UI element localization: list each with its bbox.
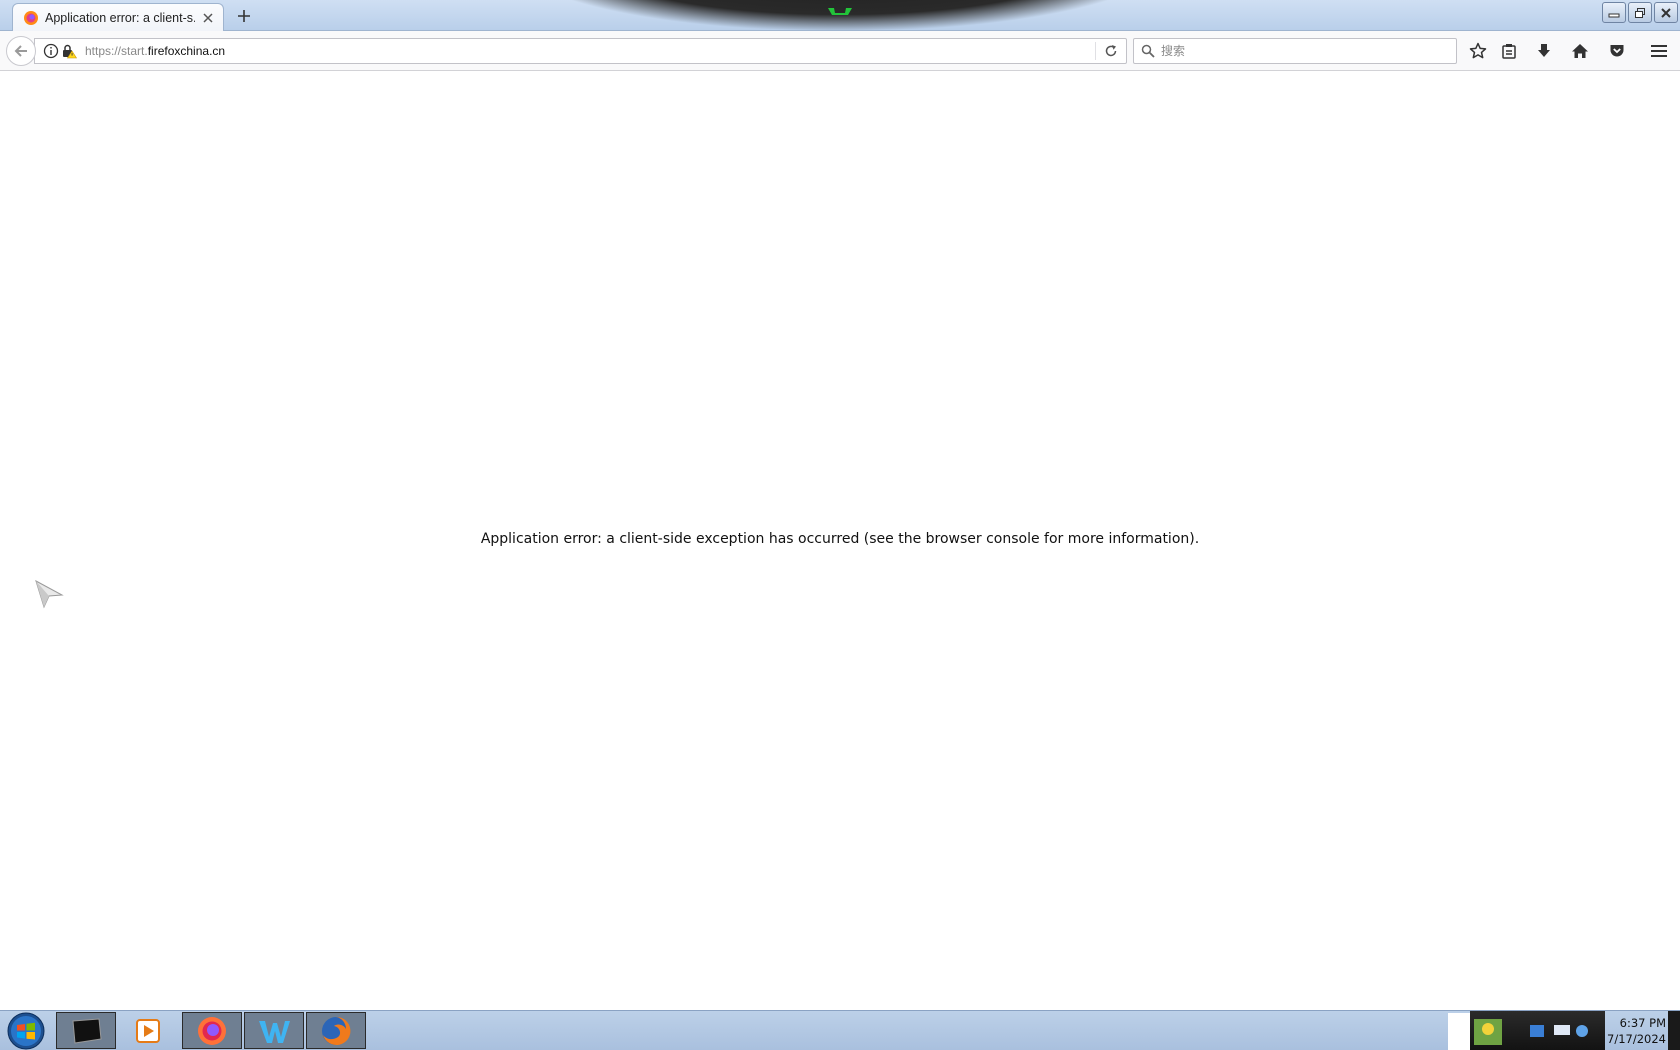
taskbar: 6:37 PM 7/17/2024 — [0, 1010, 1680, 1050]
pocket-icon — [1610, 45, 1624, 57]
new-tab-button[interactable] — [234, 6, 254, 26]
home-button[interactable] — [1567, 39, 1593, 63]
tray-icons-icon[interactable] — [1470, 1011, 1605, 1050]
url-domain: firefoxchina.cn — [147, 44, 226, 58]
bookmarks-menu-button[interactable] — [1496, 39, 1522, 63]
start-button[interactable] — [6, 1012, 46, 1050]
navigation-toolbar: https://start.firefoxchina.cn — [0, 31, 1680, 71]
close-icon — [1661, 7, 1671, 18]
reload-icon — [1105, 45, 1117, 57]
tray-icons — [1470, 1011, 1605, 1050]
firefox-icon — [322, 1016, 351, 1045]
downloads-button[interactable] — [1531, 39, 1557, 63]
close-window-button[interactable] — [1654, 2, 1678, 23]
taskbar-firefox-2[interactable] — [306, 1012, 366, 1049]
url-text[interactable]: https://start.firefoxchina.cn — [85, 44, 1095, 58]
tab-title: Application error: a client-s... — [45, 11, 195, 25]
firefox-favicon-icon — [24, 11, 38, 25]
star-icon — [1469, 42, 1487, 59]
show-desktop-button[interactable] — [1668, 1011, 1680, 1050]
system-tray: 6:37 PM 7/17/2024 — [1448, 1011, 1680, 1050]
windows-start-icon — [7, 1012, 45, 1050]
window-controls — [1602, 2, 1678, 23]
search-input[interactable] — [1161, 41, 1451, 61]
search-icon — [1139, 42, 1157, 60]
terminal-icon — [72, 1017, 102, 1044]
minimize-icon — [1608, 13, 1620, 17]
clock[interactable]: 6:37 PM 7/17/2024 — [1606, 1015, 1666, 1047]
url-bar[interactable]: https://start.firefoxchina.cn — [34, 38, 1127, 64]
pocket-button[interactable] — [1604, 39, 1630, 63]
tab-application-error[interactable]: Application error: a client-s... — [12, 3, 224, 32]
home-icon — [1572, 44, 1588, 58]
restore-button[interactable] — [1628, 2, 1652, 23]
taskbar-w-app[interactable] — [244, 1012, 304, 1049]
firefox-icon — [198, 1016, 226, 1045]
close-tab-icon[interactable] — [201, 11, 215, 25]
tray-overflow-area[interactable] — [1448, 1013, 1470, 1050]
mouse-cursor-icon — [35, 579, 64, 609]
bookmark-star-button[interactable] — [1465, 39, 1491, 63]
plus-icon — [238, 10, 250, 22]
clock-date: 7/17/2024 — [1607, 1032, 1666, 1046]
back-button[interactable] — [6, 36, 36, 66]
minimize-button[interactable] — [1602, 2, 1626, 23]
taskbar-firefox-1[interactable] — [182, 1012, 242, 1049]
url-prefix: https://start. — [85, 44, 148, 58]
hamburger-menu-icon — [1651, 45, 1667, 57]
clipboard-icon — [1502, 44, 1516, 59]
clock-time: 6:37 PM — [1619, 1016, 1666, 1030]
search-bar[interactable] — [1133, 38, 1457, 64]
open-menu-button[interactable] — [1646, 39, 1672, 63]
back-arrow-icon — [14, 45, 27, 57]
reload-button[interactable] — [1096, 39, 1126, 63]
page-content: Application error: a client-side excepti… — [0, 71, 1680, 1010]
info-icon[interactable] — [43, 43, 59, 59]
taskbar-terminal[interactable] — [56, 1012, 116, 1049]
download-arrow-icon — [1538, 44, 1550, 57]
restore-icon — [1635, 7, 1645, 18]
taskbar-media-player[interactable] — [118, 1012, 178, 1049]
insecure-lock-icon[interactable] — [61, 43, 77, 59]
error-message: Application error: a client-side excepti… — [480, 531, 1200, 547]
indicator-light-icon — [828, 8, 852, 15]
w-app-icon — [259, 1020, 290, 1043]
tab-strip: Application error: a client-s... — [0, 0, 1680, 32]
media-player-icon — [136, 1018, 160, 1043]
